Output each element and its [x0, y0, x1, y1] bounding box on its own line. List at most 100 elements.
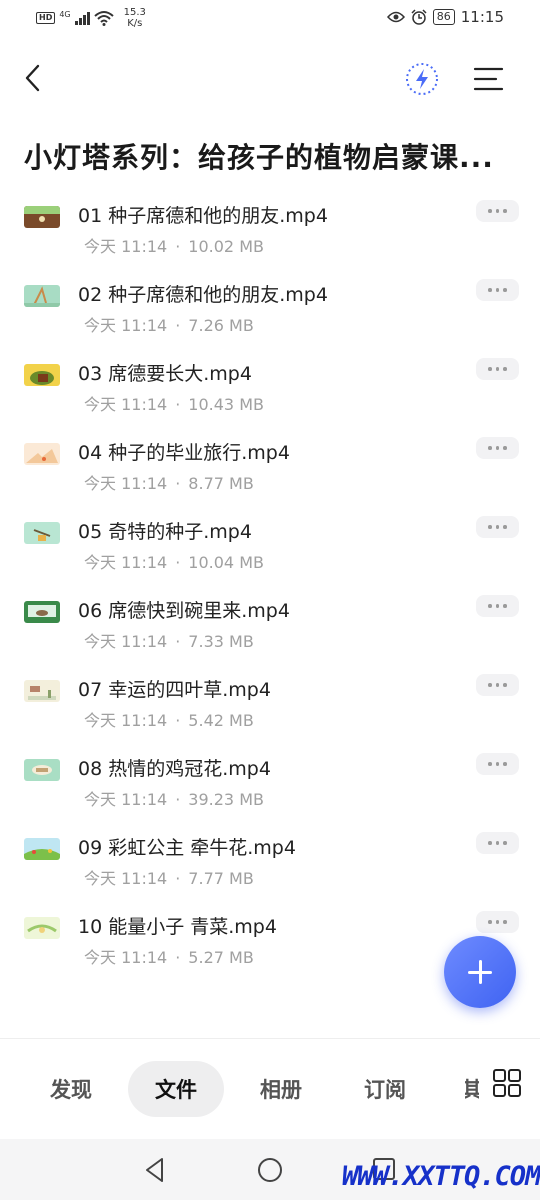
- file-meta: 今天 11:14 · 7.77 MB: [84, 865, 254, 889]
- meta-separator: ·: [175, 474, 181, 493]
- tab-files[interactable]: 文件: [128, 1061, 224, 1117]
- signal-icon: [74, 11, 90, 25]
- status-bar: HD 4G 15.3 K/s 86 11:15: [0, 0, 540, 38]
- file-size: 5.27 MB: [188, 948, 254, 967]
- file-meta: 今天 11:14 · 7.26 MB: [84, 312, 254, 336]
- video-thumbnail: [24, 522, 60, 544]
- status-right: 86 11:15: [386, 8, 504, 26]
- file-size: 8.77 MB: [188, 474, 254, 493]
- more-options-button[interactable]: [476, 437, 519, 459]
- more-options-button[interactable]: [476, 358, 519, 380]
- file-date: 今天 11:14: [84, 711, 168, 730]
- tab-album[interactable]: 相册: [236, 1061, 326, 1117]
- video-thumbnail: [24, 364, 60, 386]
- video-thumbnail: [24, 206, 60, 228]
- circle-home-icon[interactable]: [257, 1157, 283, 1183]
- tab-discover[interactable]: 发现: [26, 1061, 116, 1117]
- page-title: 小灯塔系列：给孩子的植物启蒙课...: [24, 141, 494, 174]
- tab-partial-label: 其: [465, 1078, 479, 1102]
- file-meta: 今天 11:14 · 5.27 MB: [84, 944, 254, 968]
- list-item[interactable]: 05 奇特的种子.mp4 今天 11:14 · 10.04 MB: [0, 506, 540, 585]
- file-name: 08 热情的鸡冠花.mp4: [78, 758, 271, 780]
- list-item[interactable]: 08 热情的鸡冠花.mp4 今天 11:14 · 39.23 MB: [0, 743, 540, 822]
- video-thumbnail: [24, 285, 60, 307]
- list-item[interactable]: 04 种子的毕业旅行.mp4 今天 11:14 · 8.77 MB: [0, 427, 540, 506]
- file-size: 7.77 MB: [188, 869, 254, 888]
- tab-partial[interactable]: 其: [465, 1061, 479, 1117]
- file-meta: 今天 11:14 · 10.43 MB: [84, 391, 264, 415]
- file-date: 今天 11:14: [84, 237, 168, 256]
- tab-subscriptions[interactable]: 订阅: [340, 1061, 430, 1117]
- video-thumbnail: [24, 838, 60, 860]
- eye-icon: [386, 11, 405, 23]
- status-left: HD 4G 15.3 K/s: [36, 7, 146, 29]
- file-date: 今天 11:14: [84, 395, 168, 414]
- list-item[interactable]: 02 种子席德和他的朋友.mp4 今天 11:14 · 7.26 MB: [0, 269, 540, 348]
- file-name: 03 席德要长大.mp4: [78, 363, 252, 385]
- file-size: 10.04 MB: [188, 553, 264, 572]
- file-date: 今天 11:14: [84, 553, 168, 572]
- file-size: 5.42 MB: [188, 711, 254, 730]
- more-options-button[interactable]: [476, 595, 519, 617]
- more-options-button[interactable]: [476, 753, 519, 775]
- meta-separator: ·: [175, 237, 181, 256]
- file-date: 今天 11:14: [84, 790, 168, 809]
- file-size: 39.23 MB: [188, 790, 264, 809]
- file-meta: 今天 11:14 · 39.23 MB: [84, 786, 264, 810]
- meta-separator: ·: [175, 711, 181, 730]
- file-name: 10 能量小子 青菜.mp4: [78, 916, 277, 938]
- list-item[interactable]: 01 种子席德和他的朋友.mp4 今天 11:14 · 10.02 MB: [0, 190, 540, 269]
- file-date: 今天 11:14: [84, 869, 168, 888]
- ellipsis-icon: [488, 604, 492, 608]
- triangle-back-icon[interactable]: [142, 1156, 168, 1184]
- grid-icon[interactable]: [492, 1068, 522, 1098]
- meta-separator: ·: [175, 316, 181, 335]
- bottom-tab-bar: 发现 文件 相册 订阅 其: [0, 1038, 540, 1139]
- more-options-button[interactable]: [476, 516, 519, 538]
- ellipsis-icon: [488, 525, 492, 529]
- hd-icon: HD: [36, 12, 56, 24]
- file-size: 7.26 MB: [188, 316, 254, 335]
- more-options-button[interactable]: [476, 832, 519, 854]
- file-name: 07 幸运的四叶草.mp4: [78, 679, 271, 701]
- meta-separator: ·: [175, 790, 181, 809]
- more-options-button[interactable]: [476, 674, 519, 696]
- ellipsis-icon: [488, 841, 492, 845]
- video-thumbnail: [24, 443, 60, 465]
- alarm-icon: [411, 9, 427, 25]
- list-item[interactable]: 03 席德要长大.mp4 今天 11:14 · 10.43 MB: [0, 348, 540, 427]
- meta-separator: ·: [175, 869, 181, 888]
- file-date: 今天 11:14: [84, 316, 168, 335]
- ellipsis-icon: [488, 446, 492, 450]
- status-time: 11:15: [460, 8, 504, 26]
- more-options-button[interactable]: [476, 279, 519, 301]
- list-item[interactable]: 06 席德快到碗里来.mp4 今天 11:14 · 7.33 MB: [0, 585, 540, 664]
- menu-icon[interactable]: [472, 64, 506, 94]
- meta-separator: ·: [175, 948, 181, 967]
- watermark-text: WWW.XXTTQ.COM: [342, 1161, 540, 1192]
- file-name: 01 种子席德和他的朋友.mp4: [78, 205, 328, 227]
- file-size: 7.33 MB: [188, 632, 254, 651]
- file-meta: 今天 11:14 · 10.04 MB: [84, 549, 264, 573]
- file-name: 09 彩虹公主 牵牛花.mp4: [78, 837, 296, 859]
- video-thumbnail: [24, 917, 60, 939]
- ellipsis-icon: [488, 367, 492, 371]
- more-options-button[interactable]: [476, 911, 519, 933]
- more-options-button[interactable]: [476, 200, 519, 222]
- video-thumbnail: [24, 759, 60, 781]
- add-button[interactable]: [444, 936, 516, 1008]
- file-size: 10.43 MB: [188, 395, 264, 414]
- file-date: 今天 11:14: [84, 474, 168, 493]
- list-item[interactable]: 09 彩虹公主 牵牛花.mp4 今天 11:14 · 7.77 MB: [0, 822, 540, 901]
- battery-indicator: 86: [432, 9, 455, 25]
- file-name: 02 种子席德和他的朋友.mp4: [78, 284, 328, 306]
- net-speed-unit: K/s: [127, 18, 143, 29]
- file-date: 今天 11:14: [84, 948, 168, 967]
- list-item[interactable]: 07 幸运的四叶草.mp4 今天 11:14 · 5.42 MB: [0, 664, 540, 743]
- lightning-icon[interactable]: [404, 61, 440, 97]
- chevron-left-icon[interactable]: [18, 60, 50, 96]
- file-meta: 今天 11:14 · 10.02 MB: [84, 233, 264, 257]
- network-type: 4G: [59, 9, 71, 19]
- file-date: 今天 11:14: [84, 632, 168, 651]
- wifi-icon: [93, 11, 114, 26]
